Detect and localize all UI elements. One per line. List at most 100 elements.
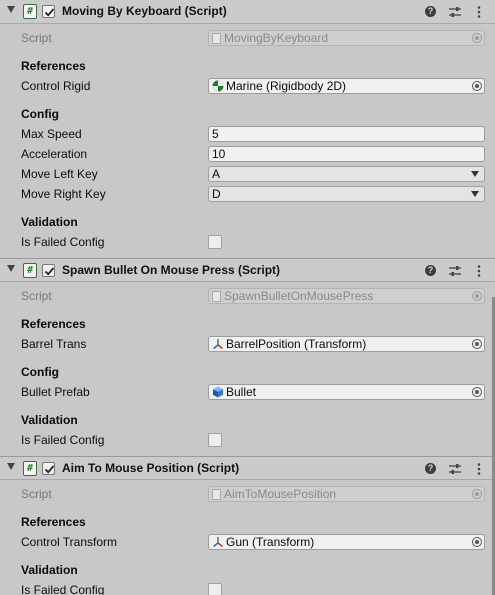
object-picker-icon (472, 489, 482, 499)
help-icon[interactable]: ? (423, 263, 439, 279)
property-row: Control Rigid Marine (Rigidbody 2D) (0, 76, 495, 96)
object-picker-icon (472, 33, 482, 43)
number-field[interactable]: 10 (208, 146, 485, 162)
preset-icon[interactable] (447, 461, 463, 477)
dropdown-field[interactable]: D (208, 186, 485, 202)
section-heading: Config (21, 107, 59, 121)
section-heading: Validation (21, 215, 78, 229)
is-failed-config-checkbox[interactable] (208, 583, 222, 595)
preset-icon[interactable] (447, 263, 463, 279)
section-heading-row: Validation (0, 560, 495, 580)
object-picker-icon[interactable] (472, 339, 482, 349)
property-label: Control Rigid (21, 79, 91, 93)
script-row: Script AimToMousePosition (0, 484, 495, 504)
foldout-arrow-icon[interactable] (7, 265, 15, 272)
object-picker-icon[interactable] (472, 537, 482, 547)
script-value: AimToMousePosition (224, 487, 337, 501)
section-heading-row: References (0, 314, 495, 334)
inspector-panel: # Moving By Keyboard (Script)? Script Movin… (0, 0, 495, 595)
property-row: Max Speed 5 (0, 124, 495, 144)
property-label: Barrel Trans (21, 337, 87, 351)
property-label: Max Speed (21, 127, 82, 141)
property-label: Move Right Key (21, 187, 106, 201)
property-label: Control Transform (21, 535, 118, 549)
foldout-arrow-icon[interactable] (7, 6, 15, 13)
dropdown-value: A (212, 167, 221, 181)
dropdown-arrow-icon (471, 191, 479, 197)
object-field[interactable]: BarrelPosition (Transform) (208, 336, 485, 352)
dropdown-value: D (212, 187, 221, 201)
property-row: Is Failed Config (0, 580, 495, 595)
section-heading-row: Validation (0, 212, 495, 232)
more-options-icon[interactable] (471, 4, 487, 20)
dropdown-field[interactable]: A (208, 166, 485, 182)
enabled-checkbox[interactable] (42, 5, 55, 18)
help-icon[interactable]: ? (423, 461, 439, 477)
is-failed-config-checkbox[interactable] (208, 433, 222, 447)
section-heading: References (21, 317, 86, 331)
component-header[interactable]: # Spawn Bullet On Mouse Press (Script)? (0, 258, 495, 282)
script-field: MovingByKeyboard (208, 30, 485, 46)
property-row: Barrel Trans BarrelPosition (Transform) (0, 334, 495, 354)
object-field[interactable]: Bullet (208, 384, 485, 400)
object-field-value: Gun (Transform) (226, 535, 315, 549)
section-heading-row: References (0, 512, 495, 532)
component-title: Spawn Bullet On Mouse Press (Script) (62, 263, 281, 277)
section-heading-row: References (0, 56, 495, 76)
script-value: MovingByKeyboard (224, 31, 329, 45)
dropdown-arrow-icon (471, 171, 479, 177)
component-title: Moving By Keyboard (Script) (62, 4, 227, 18)
transform-icon (212, 536, 224, 548)
preset-icon[interactable] (447, 4, 463, 20)
property-row: Acceleration 10 (0, 144, 495, 164)
script-asset-icon (212, 489, 221, 500)
component-panel: # Aim To Mouse Position (Script)? Script Ai… (0, 456, 495, 595)
script-field: SpawnBulletOnMousePress (208, 288, 485, 304)
object-field-value: BarrelPosition (Transform) (226, 337, 367, 351)
script-icon: # (23, 461, 37, 476)
property-label: Is Failed Config (21, 235, 105, 249)
section-heading: References (21, 515, 86, 529)
script-icon: # (23, 4, 37, 19)
section-heading: Validation (21, 413, 78, 427)
object-picker-icon (472, 291, 482, 301)
property-row: Move Right Key D (0, 184, 495, 204)
object-field[interactable]: Gun (Transform) (208, 534, 485, 550)
rigidbody-2d-icon (212, 80, 224, 92)
more-options-icon[interactable] (471, 461, 487, 477)
property-row: Is Failed Config (0, 430, 495, 450)
component-header[interactable]: # Aim To Mouse Position (Script)? (0, 456, 495, 480)
property-row: Control Transform Gun (Transform) (0, 532, 495, 552)
enabled-checkbox[interactable] (42, 462, 55, 475)
property-row: Is Failed Config (0, 232, 495, 252)
object-picker-icon[interactable] (472, 81, 482, 91)
script-asset-icon (212, 291, 221, 302)
foldout-arrow-icon[interactable] (7, 463, 15, 470)
prefab-icon (212, 386, 224, 398)
script-label: Script (21, 289, 52, 303)
script-label: Script (21, 31, 52, 45)
component-title: Aim To Mouse Position (Script) (62, 461, 240, 475)
object-field[interactable]: Marine (Rigidbody 2D) (208, 78, 485, 94)
property-label: Is Failed Config (21, 583, 105, 595)
object-picker-icon[interactable] (472, 387, 482, 397)
component-panel: # Moving By Keyboard (Script)? Script Movin… (0, 0, 495, 258)
is-failed-config-checkbox[interactable] (208, 235, 222, 249)
property-label: Is Failed Config (21, 433, 105, 447)
property-label: Acceleration (21, 147, 88, 161)
component-panel: # Spawn Bullet On Mouse Press (Script)? Sc… (0, 258, 495, 456)
enabled-checkbox[interactable] (42, 264, 55, 277)
script-row: Script SpawnBulletOnMousePress (0, 286, 495, 306)
script-value: SpawnBulletOnMousePress (224, 289, 374, 303)
number-field[interactable]: 5 (208, 126, 485, 142)
section-heading-row: Config (0, 104, 495, 124)
transform-icon (212, 338, 224, 350)
property-label: Bullet Prefab (21, 385, 90, 399)
object-field-value: Marine (Rigidbody 2D) (226, 79, 347, 93)
component-header[interactable]: # Moving By Keyboard (Script)? (0, 0, 495, 24)
script-asset-icon (212, 33, 221, 44)
property-label: Move Left Key (21, 167, 98, 181)
more-options-icon[interactable] (471, 263, 487, 279)
section-heading-row: Validation (0, 410, 495, 430)
help-icon[interactable]: ? (423, 4, 439, 20)
